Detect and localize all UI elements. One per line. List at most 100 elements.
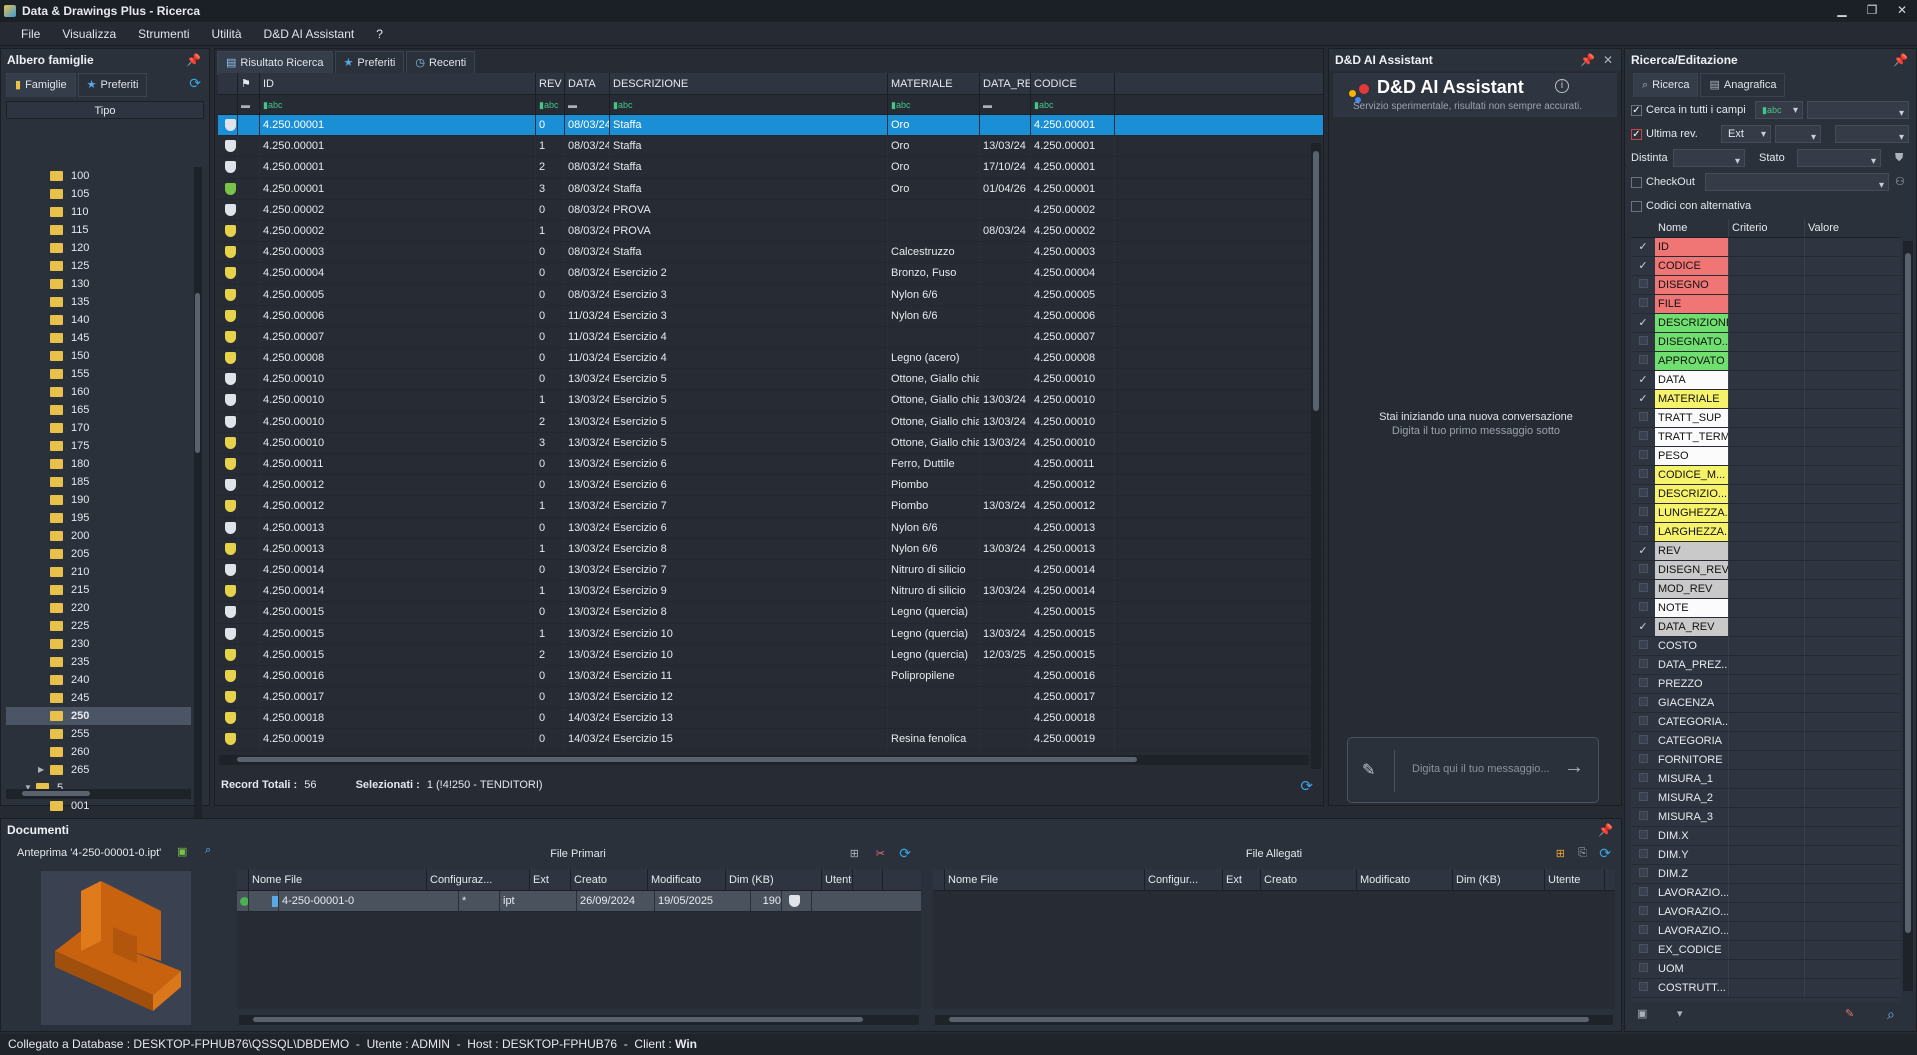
- field-row[interactable]: LARGHEZZA...: [1631, 523, 1901, 542]
- field-value[interactable]: [1804, 675, 1901, 693]
- field-row[interactable]: CATEGORIA...: [1631, 713, 1901, 732]
- table-row[interactable]: 4.250.00010 2 13/03/24 Esercizio 5 Ottone, G…: [218, 411, 1323, 433]
- row-flag-cell[interactable]: [238, 305, 260, 326]
- header-spacer[interactable]: [853, 869, 883, 890]
- field-criteria[interactable]: [1728, 504, 1804, 522]
- tree-vscroll[interactable]: [194, 167, 202, 839]
- field-checkbox[interactable]: [1631, 694, 1655, 712]
- field-row[interactable]: DIM.Y: [1631, 846, 1901, 865]
- results-vscroll[interactable]: [1311, 143, 1321, 769]
- tree-item[interactable]: 135: [6, 293, 191, 311]
- remove-link-icon[interactable]: ✂: [876, 847, 885, 860]
- table-row[interactable]: 4-250-00001-0 * ipt 26/09/2024 19/05/2025 190: [237, 891, 921, 913]
- zoom-icon[interactable]: ⌕: [205, 844, 211, 857]
- field-value[interactable]: [1804, 371, 1901, 389]
- field-criteria[interactable]: [1728, 276, 1804, 294]
- tree-view-icon[interactable]: ⊞: [1556, 847, 1565, 860]
- alternative-checkbox[interactable]: [1631, 200, 1642, 212]
- field-checkbox[interactable]: ✓: [1631, 542, 1655, 560]
- column-header-descrizione[interactable]: DESCRIZIONE: [610, 73, 888, 94]
- row-flag-cell[interactable]: [238, 326, 260, 348]
- field-value[interactable]: [1804, 409, 1901, 427]
- field-criteria[interactable]: [1728, 979, 1804, 997]
- table-row[interactable]: 4.250.00001 0 08/03/24 Staffa Oro 4.250.00001: [218, 115, 1323, 137]
- column-header[interactable]: Ext: [530, 869, 571, 890]
- primary-hscroll[interactable]: [239, 1015, 919, 1025]
- row-flag-cell[interactable]: [238, 475, 260, 496]
- field-row[interactable]: CATEGORIA: [1631, 732, 1901, 751]
- tree-item[interactable]: 125: [6, 257, 191, 275]
- pin-icon[interactable]: 📌: [1598, 819, 1613, 841]
- table-row[interactable]: 4.250.00004 0 08/03/24 Esercizio 2 Bronzo, F…: [218, 263, 1323, 285]
- table-row[interactable]: 4.250.00015 0 13/03/24 Esercizio 8 Legno (qu…: [218, 602, 1323, 624]
- field-row[interactable]: TRATT_TERM: [1631, 428, 1901, 447]
- field-criteria[interactable]: [1728, 732, 1804, 750]
- field-row[interactable]: EX_CODICE: [1631, 941, 1901, 960]
- save-preview-icon[interactable]: ▣: [177, 845, 187, 858]
- ai-input-box[interactable]: ✎ Digita qui il tuo messaggio... →: [1347, 737, 1599, 803]
- field-checkbox[interactable]: [1631, 504, 1655, 522]
- field-row[interactable]: LAVORAZIO...: [1631, 922, 1901, 941]
- table-row[interactable]: 4.250.00001 1 08/03/24 Staffa Oro 13/03/24 4.2…: [218, 136, 1323, 158]
- row-flag-cell[interactable]: [238, 157, 260, 178]
- field-criteria[interactable]: [1728, 542, 1804, 560]
- column-header-data[interactable]: DATA: [565, 73, 610, 94]
- field-value[interactable]: [1804, 789, 1901, 807]
- expand-arrow-icon[interactable]: ▶: [38, 761, 44, 779]
- header-spacer[interactable]: [933, 869, 945, 890]
- field-checkbox[interactable]: [1631, 846, 1655, 864]
- field-criteria[interactable]: [1728, 884, 1804, 902]
- row-flag-cell[interactable]: [238, 178, 260, 199]
- field-value[interactable]: [1804, 827, 1901, 845]
- row-flag-cell[interactable]: [238, 432, 260, 453]
- table-row[interactable]: 4.250.00012 0 13/03/24 Esercizio 6 Piombo 4.2…: [218, 475, 1323, 497]
- column-header[interactable]: Nome File: [249, 869, 427, 890]
- tree-item[interactable]: 250: [6, 707, 191, 725]
- field-value[interactable]: [1804, 884, 1901, 902]
- filter-cell[interactable]: ▮abc: [888, 95, 980, 114]
- field-value[interactable]: [1804, 314, 1901, 332]
- field-row[interactable]: UOM: [1631, 960, 1901, 979]
- row-flag-cell[interactable]: [238, 263, 260, 284]
- tree-item[interactable]: 150: [6, 347, 191, 365]
- field-row[interactable]: DISEGNO: [1631, 276, 1901, 295]
- tree-view-icon[interactable]: ⊞: [850, 847, 859, 860]
- field-criteria[interactable]: [1728, 941, 1804, 959]
- field-row[interactable]: CODICE_M...: [1631, 466, 1901, 485]
- tree-item[interactable]: 145: [6, 329, 191, 347]
- tree-item[interactable]: 115: [6, 221, 191, 239]
- field-value[interactable]: [1804, 561, 1901, 579]
- row-flag-cell[interactable]: [238, 496, 260, 517]
- tree-item[interactable]: 185: [6, 473, 191, 491]
- tree-item[interactable]: 215: [6, 581, 191, 599]
- row-flag-cell[interactable]: [238, 390, 260, 411]
- field-value[interactable]: [1804, 599, 1901, 617]
- menu-ai-assistant[interactable]: D&D AI Assistant: [264, 27, 355, 41]
- field-checkbox[interactable]: [1631, 428, 1655, 446]
- menu-utility[interactable]: Utilità: [212, 27, 242, 41]
- tree-item[interactable]: 155: [6, 365, 191, 383]
- table-row[interactable]: 4.250.00013 1 13/03/24 Esercizio 8 Nylon 6/6…: [218, 538, 1323, 560]
- row-flag-cell[interactable]: [238, 136, 260, 157]
- field-checkbox[interactable]: ✓: [1631, 618, 1655, 636]
- tree-item[interactable]: 195: [6, 509, 191, 527]
- rev-value-combo[interactable]: [1835, 125, 1909, 149]
- row-flag-cell[interactable]: [238, 644, 260, 665]
- field-checkbox[interactable]: ✓: [1631, 390, 1655, 408]
- attach-icon[interactable]: ⎘: [1578, 847, 1587, 860]
- field-checkbox[interactable]: [1631, 675, 1655, 693]
- field-value[interactable]: [1804, 979, 1901, 997]
- filter-cell[interactable]: ▬: [980, 95, 1031, 114]
- table-row[interactable]: 4.250.00010 1 13/03/24 Esercizio 5 Ottone, G…: [218, 390, 1323, 412]
- users-icon[interactable]: ⚇: [1895, 171, 1905, 193]
- field-criteria[interactable]: [1728, 789, 1804, 807]
- field-criteria[interactable]: [1728, 428, 1804, 446]
- table-row[interactable]: 4.250.00015 1 13/03/24 Esercizio 10 Legno (q…: [218, 623, 1323, 645]
- field-checkbox[interactable]: [1631, 295, 1655, 313]
- field-checkbox[interactable]: [1631, 808, 1655, 826]
- field-row[interactable]: DIM.X: [1631, 827, 1901, 846]
- tree-item[interactable]: 255: [6, 725, 191, 743]
- tree-item[interactable]: 260: [6, 743, 191, 761]
- menu-file[interactable]: File: [21, 27, 40, 41]
- field-row[interactable]: DATA_PREZ...: [1631, 656, 1901, 675]
